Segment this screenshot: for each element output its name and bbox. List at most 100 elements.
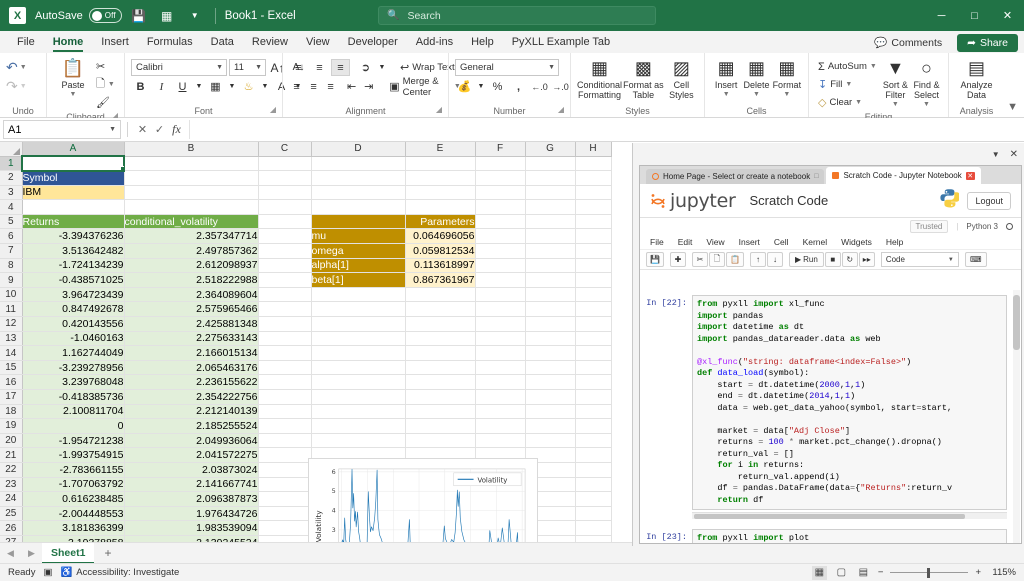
row-header-23[interactable]: 23 [0, 477, 22, 492]
cell-g7[interactable] [525, 244, 575, 259]
close-icon[interactable]: ✕ [966, 172, 975, 180]
cell-e18[interactable] [405, 404, 475, 419]
cell-h7[interactable] [575, 244, 611, 259]
align-middle-icon[interactable]: ≡ [310, 59, 329, 76]
cell-h26[interactable] [575, 521, 611, 536]
cell-h23[interactable] [575, 477, 611, 492]
cell-g14[interactable] [525, 346, 575, 361]
cell-b8[interactable]: 2.612098937 [124, 258, 258, 273]
row-header-25[interactable]: 25 [0, 506, 22, 521]
tab-insert[interactable]: Insert [92, 31, 138, 53]
cell-c11[interactable] [258, 302, 311, 317]
cell-h19[interactable] [575, 419, 611, 434]
save-icon[interactable]: 💾 [646, 252, 664, 267]
cell-e7[interactable]: 0.059812534 [405, 244, 475, 259]
cell-b1[interactable] [124, 156, 258, 171]
cell-c1[interactable] [258, 156, 311, 171]
fill-color-icon[interactable]: ♨ [239, 78, 258, 95]
cell-a5[interactable]: Returns [22, 214, 124, 229]
cell-e13[interactable] [405, 331, 475, 346]
cell-a19[interactable]: 0 [22, 419, 124, 434]
italic-button[interactable]: I [152, 78, 171, 95]
cell-f19[interactable] [475, 419, 525, 434]
fill-color-caret-icon[interactable]: ▼ [260, 78, 270, 95]
add-cell-icon[interactable]: ✚ [670, 252, 686, 267]
paste-cell-icon[interactable]: 📋 [726, 252, 744, 267]
cell-c12[interactable] [258, 317, 311, 332]
cell-b13[interactable]: 2.275633143 [124, 331, 258, 346]
accounting-caret-icon[interactable]: ▼ [476, 78, 486, 95]
cell-a22[interactable]: -2.783661155 [22, 462, 124, 477]
cell-a23[interactable]: -1.707063792 [22, 477, 124, 492]
cell-g6[interactable] [525, 229, 575, 244]
cell-c17[interactable] [258, 390, 311, 405]
row-header-12[interactable]: 12 [0, 317, 22, 332]
underline-button[interactable]: U [173, 78, 192, 95]
save-icon[interactable]: 💾 [128, 5, 150, 27]
column-header-h[interactable]: H [575, 142, 611, 156]
cell-b25[interactable]: 1.976434726 [124, 506, 258, 521]
cell-c19[interactable] [258, 419, 311, 434]
cell-f5[interactable] [475, 214, 525, 229]
underline-caret-icon[interactable]: ▼ [194, 78, 204, 95]
jupyter-menu-view[interactable]: View [706, 237, 724, 247]
cell-f7[interactable] [475, 244, 525, 259]
decrease-indent-icon[interactable]: ⇤ [344, 78, 359, 95]
cell-a2[interactable]: Symbol [22, 171, 124, 186]
chevron-down-icon[interactable]: ▼ [109, 126, 116, 133]
cell-a11[interactable]: 0.847492678 [22, 302, 124, 317]
cell-g18[interactable] [525, 404, 575, 419]
notebook-scroll-thumb[interactable] [1013, 295, 1020, 350]
name-box[interactable]: A1 ▼ [3, 120, 121, 139]
cell-e9[interactable]: 0.867361967 [405, 273, 475, 288]
borders-caret-icon[interactable]: ▼ [227, 78, 237, 95]
cell-a10[interactable]: 3.964723439 [22, 287, 124, 302]
number-format-select[interactable]: General ▼ [455, 59, 559, 76]
font-size-select[interactable]: 11 ▼ [229, 59, 266, 76]
cell-d7[interactable]: omega [311, 244, 405, 259]
sort-filter-button[interactable]: ▼ Sort & Filter ▼ [880, 56, 911, 110]
sort-filter-caret-icon[interactable]: ▼ [892, 100, 899, 110]
normal-view-icon[interactable]: ▦ [812, 566, 827, 580]
cell-g4[interactable] [525, 200, 575, 215]
cell-a9[interactable]: -0.438571025 [22, 273, 124, 288]
cell-c7[interactable] [258, 244, 311, 259]
insert-caret-icon[interactable]: ▼ [723, 90, 730, 100]
cell-f14[interactable] [475, 346, 525, 361]
cell-h20[interactable] [575, 433, 611, 448]
cell-a25[interactable]: -2.004448553 [22, 506, 124, 521]
cell-f3[interactable] [475, 185, 525, 200]
cell-e1[interactable] [405, 156, 475, 171]
cell-b9[interactable]: 2.518222988 [124, 273, 258, 288]
tab-home[interactable]: Home [44, 31, 93, 53]
cell-f6[interactable] [475, 229, 525, 244]
insert-function-icon[interactable]: fx [168, 122, 185, 137]
cell-g20[interactable] [525, 433, 575, 448]
tab-file[interactable]: File [8, 31, 44, 53]
chevron-left-icon[interactable]: ◀ [0, 548, 21, 559]
cell-e14[interactable] [405, 346, 475, 361]
row-header-22[interactable]: 22 [0, 462, 22, 477]
cell-h3[interactable] [575, 185, 611, 200]
cell-c8[interactable] [258, 258, 311, 273]
cell-d17[interactable] [311, 390, 405, 405]
maximize-button[interactable]: □ [958, 0, 991, 31]
align-bottom-icon[interactable]: ≡ [331, 59, 350, 76]
cell-h17[interactable] [575, 390, 611, 405]
cell-h21[interactable] [575, 448, 611, 463]
row-header-20[interactable]: 20 [0, 433, 22, 448]
cell-e15[interactable] [405, 360, 475, 375]
cell-d13[interactable] [311, 331, 405, 346]
conditional-formatting-button[interactable]: ▦ Conditional Formatting [577, 56, 622, 100]
cell-b16[interactable]: 2.236155622 [124, 375, 258, 390]
align-top-icon[interactable]: ≡ [289, 59, 308, 76]
cell-c20[interactable] [258, 433, 311, 448]
cell-a4[interactable] [22, 200, 124, 215]
row-header-18[interactable]: 18 [0, 404, 22, 419]
zoom-value[interactable]: 115% [988, 567, 1016, 578]
restart-kernel-icon[interactable]: ↻ [842, 252, 858, 267]
cell-e17[interactable] [405, 390, 475, 405]
analyze-data-button[interactable]: ▤ Analyze Data [956, 56, 998, 100]
format-cells-button[interactable]: ▦ Format ▼ [772, 56, 802, 100]
cell-b7[interactable]: 2.497857362 [124, 244, 258, 259]
